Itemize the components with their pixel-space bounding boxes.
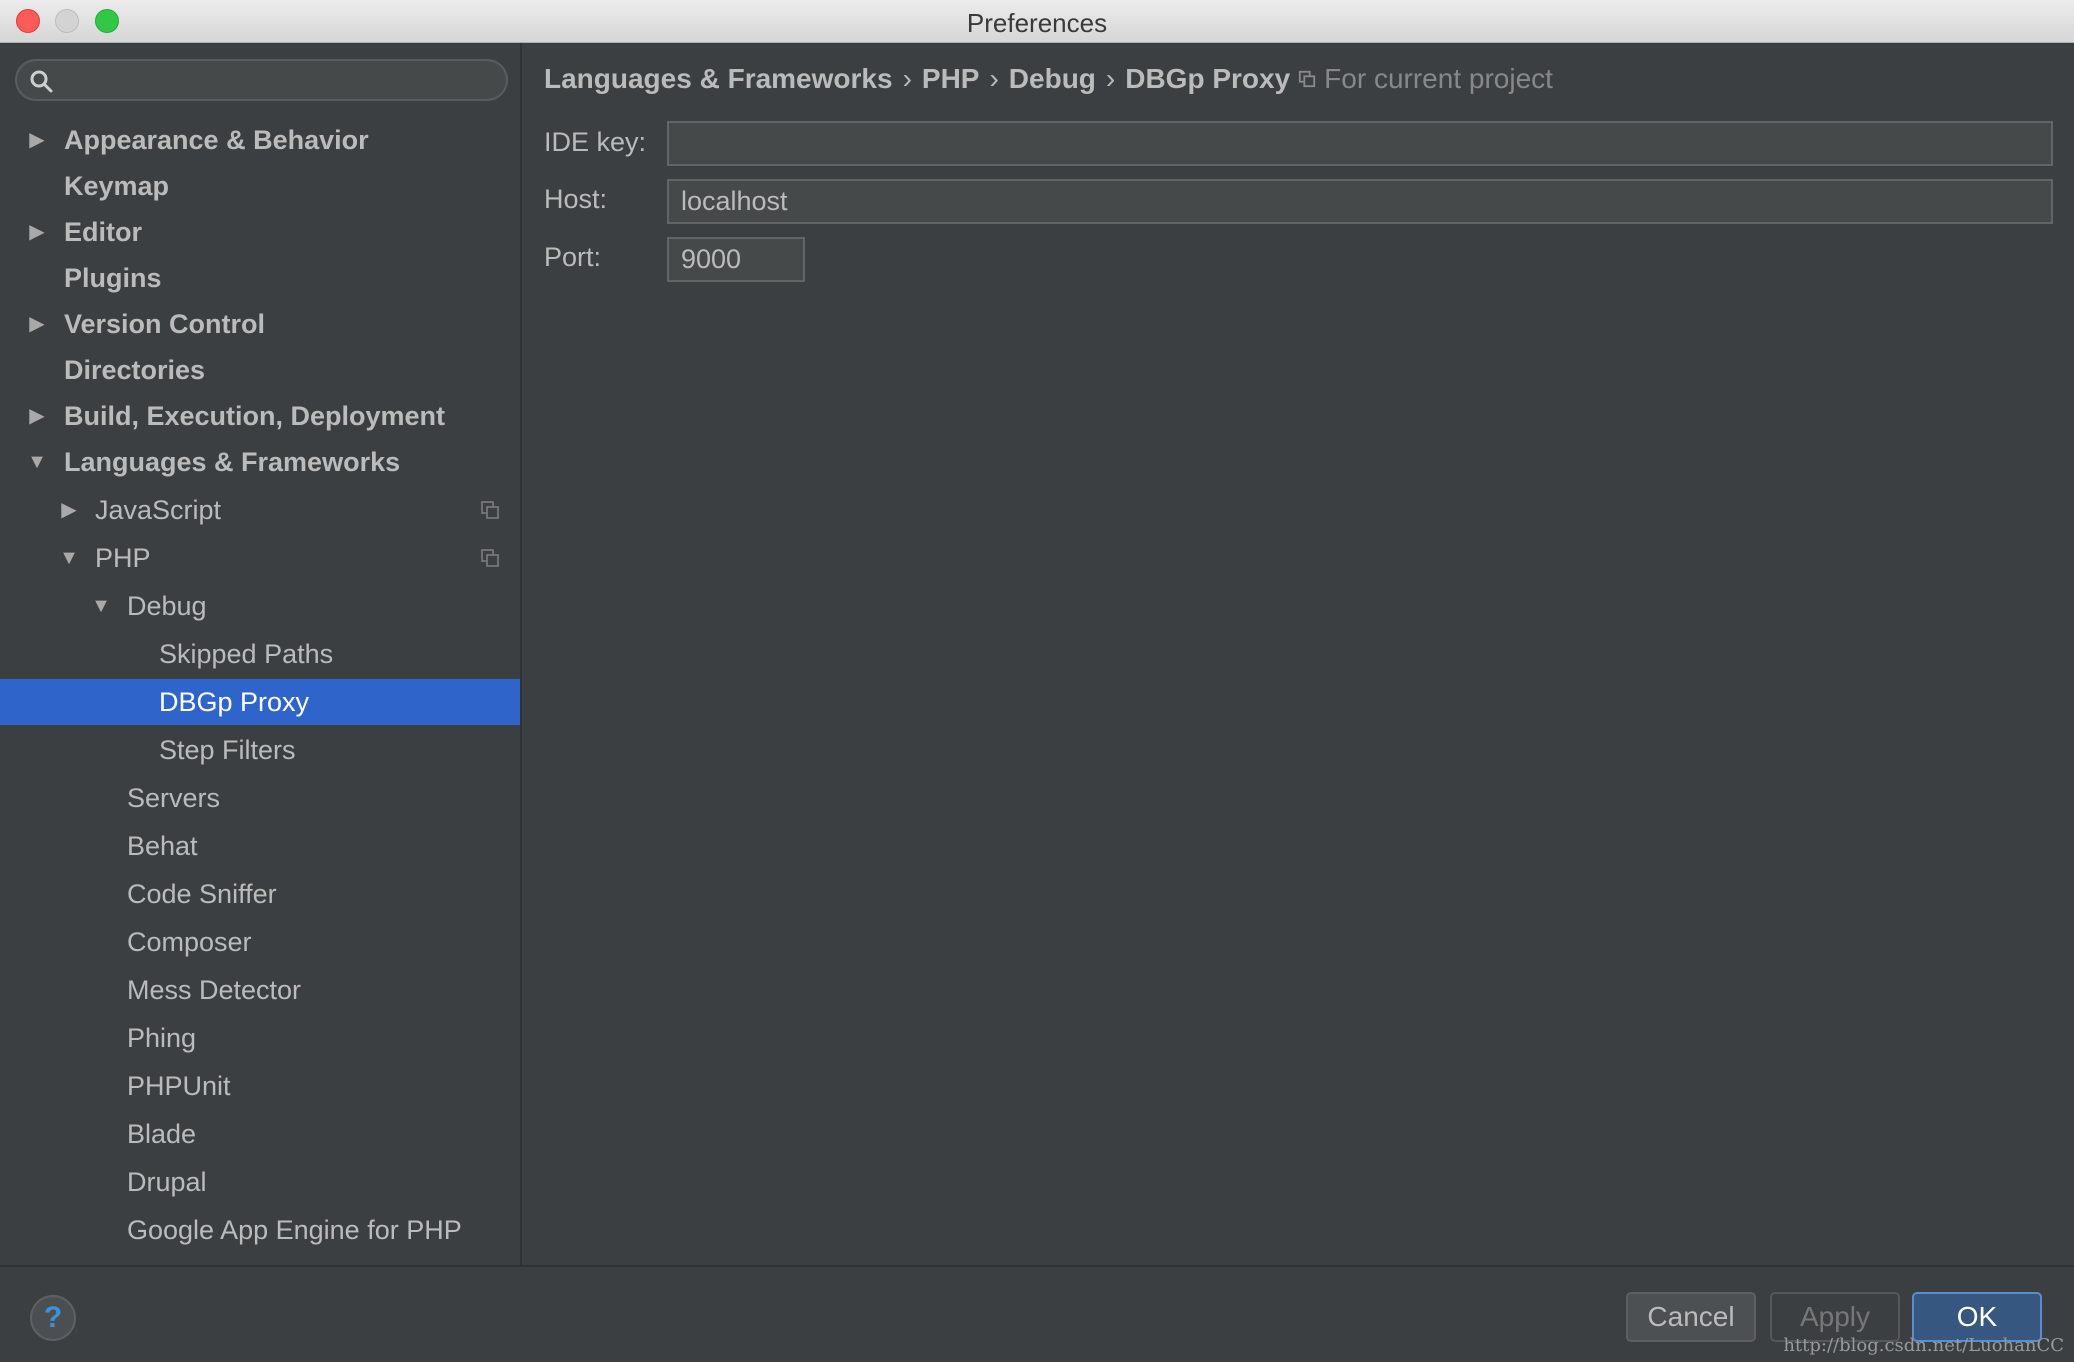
sidebar-item-drupal[interactable]: Drupal <box>0 1159 520 1205</box>
sidebar-item-directories[interactable]: Directories <box>0 347 520 393</box>
window-title: Preferences <box>966 8 1108 38</box>
sidebar-item-javascript[interactable]: ▶ JavaScript <box>0 487 520 533</box>
breadcrumb-separator: › <box>1105 63 1116 94</box>
ide-key-input[interactable] <box>667 121 2053 166</box>
ide-key-label: IDE key: <box>544 127 647 157</box>
sidebar-item-build-execution-deployment[interactable]: ▶ Build, Execution, Deployment <box>0 393 520 439</box>
host-input[interactable] <box>667 179 2053 224</box>
sidebar-item-google-app-engine-php[interactable]: Google App Engine for PHP <box>0 1207 520 1253</box>
sidebar-item-dbgp-proxy[interactable]: DBGp Proxy <box>0 679 520 725</box>
search-box[interactable] <box>15 59 508 101</box>
sidebar-item-languages-frameworks[interactable]: ▼ Languages & Frameworks <box>0 439 520 485</box>
port-input[interactable] <box>667 237 805 282</box>
cancel-button[interactable]: Cancel <box>1626 1292 1756 1342</box>
copy-settings-icon <box>481 501 499 519</box>
watermark: http://blog.csdn.net/LuohanCC <box>1783 1335 2064 1356</box>
breadcrumb: Languages & Frameworks › PHP › Debug › D… <box>544 63 1553 95</box>
scope-note: For current project <box>1298 63 1553 95</box>
breadcrumb-item: PHP <box>921 63 980 94</box>
sidebar-item-step-filters[interactable]: Step Filters <box>0 727 520 773</box>
help-button[interactable]: ? <box>30 1295 76 1341</box>
triangle-down-icon[interactable]: ▼ <box>59 535 79 581</box>
sidebar-item-mess-detector[interactable]: Mess Detector <box>0 967 520 1013</box>
host-label: Host: <box>544 184 608 214</box>
triangle-right-icon[interactable]: ▶ <box>27 209 47 255</box>
copy-settings-icon <box>481 549 499 567</box>
triangle-down-icon[interactable]: ▼ <box>27 439 47 485</box>
sidebar-item-php[interactable]: ▼ PHP <box>0 535 520 581</box>
copy-settings-icon <box>1299 70 1316 88</box>
sidebar-item-composer[interactable]: Composer <box>0 919 520 965</box>
dialog-button-bar: ? Cancel Apply OK http://blog.csdn.net/L… <box>0 1265 2074 1362</box>
sidebar-item-servers[interactable]: Servers <box>0 775 520 821</box>
triangle-right-icon[interactable]: ▶ <box>27 393 47 439</box>
title-bar: Preferences <box>0 0 2074 43</box>
port-label: Port: <box>544 242 602 272</box>
breadcrumb-item: Languages & Frameworks <box>544 63 893 94</box>
scope-note-text: For current project <box>1324 63 1553 94</box>
breadcrumb-item: DBGp Proxy <box>1125 63 1291 94</box>
sidebar-item-behat[interactable]: Behat <box>0 823 520 869</box>
settings-sidebar: ▶ Appearance & Behavior Keymap ▶ Editor … <box>0 43 522 1265</box>
sidebar-item-phpunit[interactable]: PHPUnit <box>0 1063 520 1109</box>
triangle-down-icon[interactable]: ▼ <box>91 583 111 629</box>
search-icon <box>30 70 53 93</box>
settings-content: Languages & Frameworks › PHP › Debug › D… <box>524 43 2074 1265</box>
sidebar-item-debug[interactable]: ▼ Debug <box>0 583 520 629</box>
breadcrumb-separator: › <box>902 63 912 94</box>
breadcrumb-separator: › <box>989 63 999 94</box>
sidebar-item-appearance-behavior[interactable]: ▶ Appearance & Behavior <box>0 117 520 163</box>
sidebar-item-keymap[interactable]: Keymap <box>0 163 520 209</box>
sidebar-item-phing[interactable]: Phing <box>0 1015 520 1061</box>
search-input[interactable] <box>67 65 501 97</box>
triangle-right-icon[interactable]: ▶ <box>59 487 79 533</box>
sidebar-item-editor[interactable]: ▶ Editor <box>0 209 520 255</box>
triangle-right-icon[interactable]: ▶ <box>27 117 47 163</box>
breadcrumb-item: Debug <box>1008 63 1096 94</box>
sidebar-item-blade[interactable]: Blade <box>0 1111 520 1157</box>
sidebar-item-version-control[interactable]: ▶ Version Control <box>0 301 520 347</box>
sidebar-item-skipped-paths[interactable]: Skipped Paths <box>0 631 520 677</box>
triangle-right-icon[interactable]: ▶ <box>27 301 47 347</box>
sidebar-item-plugins[interactable]: Plugins <box>0 255 520 301</box>
sidebar-item-code-sniffer[interactable]: Code Sniffer <box>0 871 520 917</box>
